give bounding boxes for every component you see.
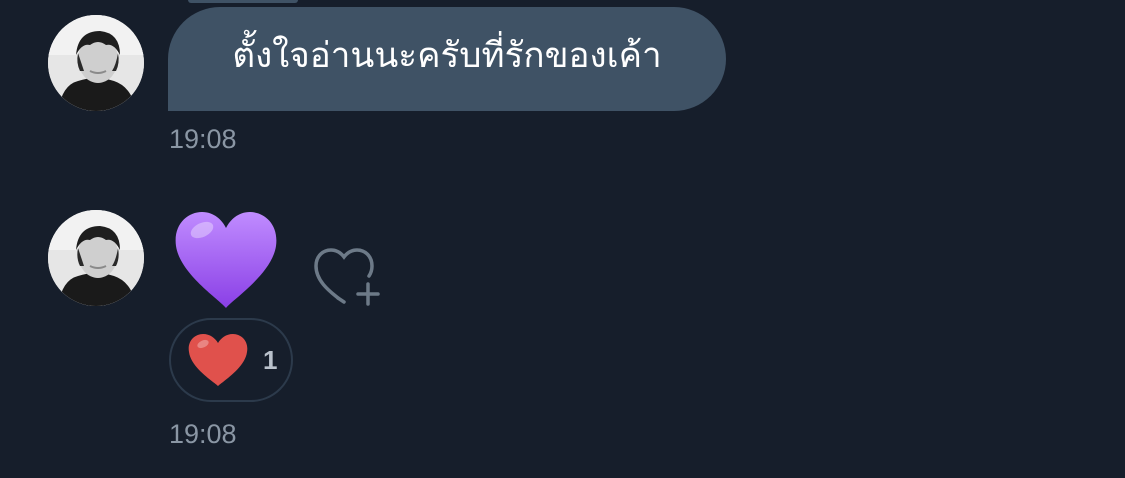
message-timestamp: 19:08 — [169, 419, 237, 449]
purple-heart-icon — [175, 212, 277, 308]
red-heart-icon — [188, 334, 248, 386]
avatar-photo — [48, 15, 144, 111]
message-bubble[interactable]: ตั้งใจอ่านนะครับที่รักของเค้า — [168, 7, 726, 111]
avatar[interactable] — [48, 15, 144, 111]
heart-plus-icon — [314, 248, 380, 306]
purple-heart-emoji-message[interactable] — [172, 208, 280, 312]
add-reaction-button[interactable] — [312, 244, 386, 308]
reaction-count: 1 — [263, 344, 278, 375]
chat-view: ตั้งใจอ่านนะครับที่รักของเค้า 19:08 1 19… — [0, 0, 1125, 478]
avatar[interactable] — [48, 210, 144, 306]
reaction-pill[interactable]: 1 — [169, 318, 293, 402]
message-timestamp: 19:08 — [169, 124, 237, 154]
message-text: ตั้งใจอ่านนะครับที่รักของเค้า — [232, 35, 662, 76]
avatar-photo — [48, 210, 144, 306]
previous-bubble-edge — [188, 0, 298, 3]
